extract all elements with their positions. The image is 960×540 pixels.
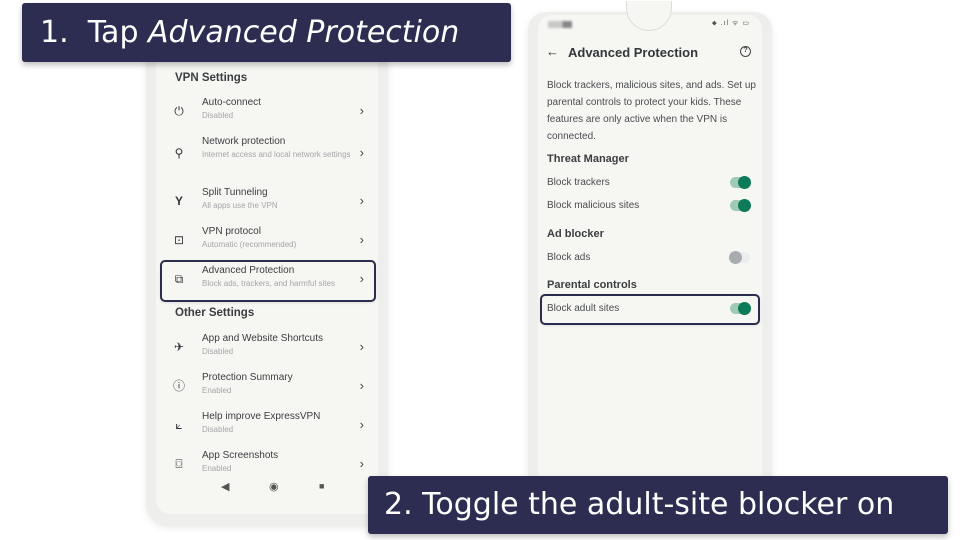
toggle-label: Block ads [547,252,591,263]
item-label: VPN protocol [202,226,261,237]
split-tunneling-icon: Y [174,194,183,208]
camera-icon: ⌼ [175,457,183,471]
network-protection-icon: ⚲ [174,146,184,160]
item-label: Auto-connect [202,97,261,108]
section-title-other-settings: Other Settings [175,307,255,319]
chevron-right-icon: › [359,456,364,471]
block-trackers-toggle[interactable] [730,176,751,189]
settings-item-auto-connect[interactable]: ⏻ Auto-connect Disabled › [162,94,374,132]
toggle-label: Block adult sites [547,303,620,314]
status-bar-time-blurred [548,21,572,28]
chevron-right-icon: › [359,193,364,208]
toggle-row-block-ads[interactable]: Block ads [542,245,758,271]
settings-item-split-tunneling[interactable]: Y Split Tunneling All apps use the VPN › [162,184,374,222]
item-label: Protection Summary [202,372,293,383]
item-sub: Internet access and local network settin… [202,150,351,159]
chevron-right-icon: › [359,232,364,247]
section-title-ad-blocker: Ad blocker [547,228,604,240]
left-phone-frame: VPN Settings ⏻ Auto-connect Disabled › ⚲… [146,20,388,526]
chart-icon: ⟀ [175,418,183,432]
block-adult-sites-toggle[interactable] [730,302,751,315]
advanced-protection-icon: ⧉ [174,272,184,286]
toggle-row-block-adult-sites[interactable]: Block adult sites [540,294,760,325]
toggle-row-block-malicious-sites[interactable]: Block malicious sites [542,193,758,219]
help-icon[interactable]: ? [740,46,751,57]
block-ads-toggle[interactable] [729,251,750,264]
chevron-right-icon: › [359,145,364,160]
power-icon: ⏻ [174,104,184,118]
block-malicious-sites-toggle[interactable] [730,199,751,212]
item-sub: Block ads, trackers, and harmful sites [202,279,335,288]
toggle-label: Block malicious sites [547,200,640,211]
item-label: Network protection [202,136,286,147]
item-sub: Automatic (recommended) [202,240,297,249]
vpn-protocol-icon: ⊡ [173,233,185,247]
right-phone-frame: ⬥ .ıl ᯤ ▭ ← Advanced Protection ? Block … [528,1,772,484]
step-1-emphasis: Advanced Protection [148,15,460,50]
settings-item-network-protection[interactable]: ⚲ Network protection Internet access and… [162,133,374,177]
section-title-vpn-settings: VPN Settings [175,72,248,84]
chevron-right-icon: › [359,417,364,432]
section-title-threat-manager: Threat Manager [547,153,629,165]
nav-back-icon[interactable]: ◀ [221,480,229,493]
nav-home-icon[interactable]: ◉ [269,480,279,493]
settings-item-help-improve[interactable]: ⟀ Help improve ExpressVPN Disabled › [162,408,374,446]
settings-item-vpn-protocol[interactable]: ⊡ VPN protocol Automatic (recommended) › [162,223,374,261]
chevron-right-icon: › [359,271,364,286]
item-sub: Enabled [202,386,232,395]
chevron-right-icon: › [359,378,364,393]
description-text: Block trackers, malicious sites, and ads… [547,80,756,142]
item-label: Advanced Protection [202,265,295,276]
advanced-protection-screen: ⬥ .ıl ᯤ ▭ ← Advanced Protection ? Block … [538,1,762,484]
step-2-callout: 2. Toggle the adult-site blocker on [368,476,948,534]
item-sub: Disabled [202,111,234,120]
toggle-knob [738,176,751,189]
toggle-knob [738,199,751,212]
toggle-label: Block trackers [547,177,610,188]
settings-item-advanced-protection[interactable]: ⧉ Advanced Protection Block ads, tracker… [160,260,376,302]
item-label: App Screenshots [202,450,279,461]
item-sub: Disabled [202,347,234,356]
settings-item-protection-summary[interactable]: ⓘ Protection Summary Enabled › [162,369,374,407]
info-icon: ⓘ [172,379,185,393]
step-1-callout: 1. Tap Advanced Protection [22,3,511,62]
status-icons: ⬥ .ıl ᯤ ▭ [711,20,750,27]
chevron-right-icon: › [359,339,364,354]
item-sub: All apps use the VPN [202,201,278,210]
item-sub: Enabled [202,464,232,473]
step-1-prefix: 1. Tap [40,15,149,50]
item-sub: Disabled [202,425,234,434]
back-arrow-icon[interactable]: ← [546,44,559,59]
page-title: Advanced Protection [568,45,699,60]
rocket-icon: ✈ [173,340,185,354]
settings-item-app-shortcuts[interactable]: ✈ App and Website Shortcuts Disabled › [162,330,374,368]
status-bar: ⬥ .ıl ᯤ ▭ [538,19,762,31]
item-label: Help improve ExpressVPN [202,411,321,422]
item-label: Split Tunneling [202,187,268,198]
toggle-knob [738,302,751,315]
item-label: App and Website Shortcuts [202,333,323,344]
toggle-knob [729,251,742,264]
section-title-parental-controls: Parental controls [547,279,637,291]
settings-screen: VPN Settings ⏻ Auto-connect Disabled › ⚲… [156,20,378,514]
android-nav-bar: ◀ ◉ ■ [156,480,378,494]
chevron-right-icon: › [359,103,364,118]
nav-recents-icon[interactable]: ■ [319,481,324,491]
app-bar: ← Advanced Protection ? [538,43,762,63]
